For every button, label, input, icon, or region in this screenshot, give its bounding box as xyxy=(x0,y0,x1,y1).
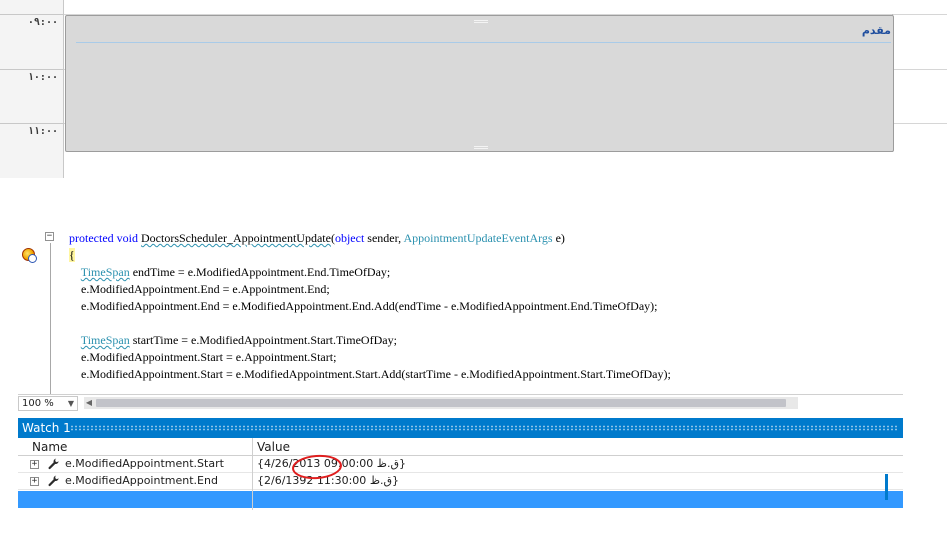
panel-edge xyxy=(885,474,888,500)
wrench-icon xyxy=(48,458,59,470)
time-label-0900: ٠٩:٠٠ xyxy=(27,17,58,28)
title-grip-pattern xyxy=(70,425,898,431)
outline-line xyxy=(50,243,51,394)
code-token: void xyxy=(116,231,138,245)
code-token: sender, xyxy=(364,231,404,245)
scheduler-day-view: ٠٩:٠٠ ١٠:٠٠ ١١:٠٠ مقدم xyxy=(0,0,947,178)
code-line[interactable] xyxy=(69,315,899,332)
code-line[interactable]: protected void DoctorsScheduler_Appointm… xyxy=(69,230,899,247)
code-token: e.ModifiedAppointment.Start = e.Modified… xyxy=(69,367,671,381)
time-label-1100: ١١:٠٠ xyxy=(27,126,58,137)
ruler-top-line xyxy=(0,14,64,15)
time-ruler: ٠٩:٠٠ ١٠:٠٠ ١١:٠٠ xyxy=(0,0,64,178)
code-token: endTime = e.ModifiedAppointment.End.Time… xyxy=(129,265,391,279)
code-editor[interactable]: − protected void DoctorsScheduler_Appoin… xyxy=(18,226,903,394)
code-token: e.ModifiedAppointment.End = e.Appointmen… xyxy=(69,282,330,296)
resize-grip-bottom[interactable] xyxy=(474,146,488,149)
code-line[interactable]: e.ModifiedAppointment.End = e.ModifiedAp… xyxy=(69,298,899,315)
appointment-subject: مقدم xyxy=(861,24,891,37)
expand-plus-icon[interactable]: + xyxy=(30,477,39,486)
expand-plus-icon[interactable]: + xyxy=(30,460,39,469)
code-line[interactable]: TimeSpan startTime = e.ModifiedAppointme… xyxy=(69,332,899,349)
code-token: { xyxy=(69,248,75,262)
code-token: object xyxy=(334,231,365,245)
horizontal-scrollbar[interactable]: ◀ xyxy=(84,397,798,409)
editor-gutter xyxy=(18,226,37,394)
watch-title: Watch 1 xyxy=(22,421,71,435)
breakpoint-icon[interactable] xyxy=(22,248,37,263)
code-token: e.ModifiedAppointment.Start = e.Appointm… xyxy=(69,350,337,364)
hour-divider xyxy=(0,69,64,70)
code-token: DoctorsScheduler_AppointmentUpdate xyxy=(141,231,331,245)
watch-row[interactable]: + e.ModifiedAppointment.End {2/6/1392 11… xyxy=(18,473,903,490)
zoom-select[interactable]: 100 % ▼ xyxy=(18,396,78,411)
watch-row[interactable]: + e.ModifiedAppointment.Start {4/26/2013… xyxy=(18,456,903,473)
watch-row-new-entry[interactable] xyxy=(18,491,903,508)
code-token: protected xyxy=(69,231,114,245)
code-line[interactable]: e.ModifiedAppointment.End = e.Appointmen… xyxy=(69,281,899,298)
code-line[interactable]: e.ModifiedAppointment.Start = e.Modified… xyxy=(69,366,899,383)
code-lines[interactable]: protected void DoctorsScheduler_Appointm… xyxy=(69,230,899,383)
code-line[interactable]: { xyxy=(69,247,899,264)
resize-grip-top[interactable] xyxy=(474,20,488,23)
watch-row-name: e.ModifiedAppointment.End xyxy=(65,474,218,487)
zoom-value: 100 % xyxy=(22,398,54,409)
appointment-divider xyxy=(76,42,891,43)
watch-row-name: e.ModifiedAppointment.Start xyxy=(65,457,224,470)
code-token: TimeSpan xyxy=(80,333,130,347)
code-token: startTime = e.ModifiedAppointment.Start.… xyxy=(129,333,397,347)
code-token: e) xyxy=(552,231,565,245)
collapse-icon[interactable]: − xyxy=(45,232,54,241)
column-divider[interactable] xyxy=(252,438,253,510)
editor-status-bar: 100 % ▼ ◀ xyxy=(18,394,903,411)
column-header-name[interactable]: Name xyxy=(32,440,67,454)
watch-window: Watch 1 Name Value + e.ModifiedAppointme… xyxy=(18,418,903,510)
wrench-icon xyxy=(48,475,59,487)
code-token: AppointmentUpdateEventArgs xyxy=(403,231,553,245)
appointment-block[interactable]: مقدم xyxy=(65,15,894,152)
scroll-left-icon[interactable]: ◀ xyxy=(84,397,94,409)
code-token: TimeSpan xyxy=(80,265,130,279)
column-header-value[interactable]: Value xyxy=(257,440,290,454)
watch-column-header: Name Value xyxy=(18,438,903,456)
scrollbar-thumb[interactable] xyxy=(96,399,786,407)
chevron-down-icon[interactable]: ▼ xyxy=(68,397,74,410)
code-line[interactable]: e.ModifiedAppointment.Start = e.Appointm… xyxy=(69,349,899,366)
code-line[interactable]: TimeSpan endTime = e.ModifiedAppointment… xyxy=(69,264,899,281)
hour-divider xyxy=(0,123,64,124)
watch-title-bar[interactable]: Watch 1 xyxy=(18,418,903,438)
code-token: e.ModifiedAppointment.End = e.ModifiedAp… xyxy=(69,299,658,313)
time-label-1000: ١٠:٠٠ xyxy=(27,72,58,83)
